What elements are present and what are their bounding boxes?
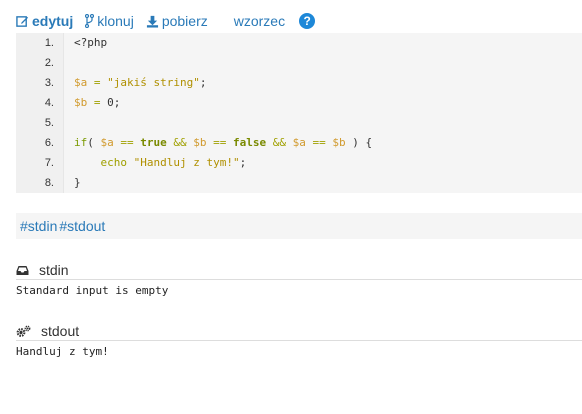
line-number-gutter: 1. 2. 3. 4. 5. 6. 7. 8. xyxy=(16,33,64,193)
edit-button[interactable]: edytuj xyxy=(16,13,73,29)
inbox-icon xyxy=(16,265,29,275)
code-line: echo "Handluj z tym!"; xyxy=(100,156,247,169)
fork-button[interactable]: klonuj xyxy=(85,13,134,29)
line-number: 7. xyxy=(44,157,54,169)
line-number: 6. xyxy=(44,137,54,149)
stdout-link[interactable]: #stdout xyxy=(59,218,105,234)
stdout-content: Handluj z tym! xyxy=(16,345,109,358)
code-line: $a = "jakiś string"; xyxy=(74,76,207,89)
template-button[interactable]: wzorzec xyxy=(234,13,285,29)
stdin-link[interactable]: #stdin xyxy=(20,218,57,234)
code-viewer: 1. 2. 3. 4. 5. 6. 7. 8. <?php $a = "jaki… xyxy=(16,33,582,193)
code-line: <?php xyxy=(74,36,108,49)
code-line: if( $a == true && $b == false && $a == $… xyxy=(74,136,373,149)
fork-label: klonuj xyxy=(97,13,134,29)
stdout-title: stdout xyxy=(41,323,80,339)
code-line: $b = 0; xyxy=(74,96,121,109)
gears-icon xyxy=(16,325,31,337)
fork-icon xyxy=(85,14,95,28)
toolbar: edytuj klonuj pobierz wzorzec ? xyxy=(16,10,582,32)
streams-bar: #stdin #stdout xyxy=(16,213,582,239)
line-number: 3. xyxy=(44,77,54,89)
stdin-content: Standard input is empty xyxy=(16,284,169,297)
edit-icon xyxy=(16,15,29,27)
stdin-header: stdin xyxy=(16,261,582,280)
download-button[interactable]: pobierz xyxy=(146,13,208,29)
line-number: 2. xyxy=(44,57,54,69)
download-label: pobierz xyxy=(161,13,208,29)
line-number: 1. xyxy=(44,37,54,49)
help-icon[interactable]: ? xyxy=(299,13,316,29)
line-number: 5. xyxy=(44,117,54,129)
stdout-header: stdout xyxy=(16,322,582,341)
code-lines: <?php $a = "jakiś string"; $b = 0; if( $… xyxy=(64,33,582,193)
stdin-title: stdin xyxy=(39,262,69,278)
template-label: wzorzec xyxy=(233,13,286,29)
line-number: 4. xyxy=(44,97,54,109)
line-number: 8. xyxy=(44,177,54,189)
edit-label: edytuj xyxy=(32,13,74,29)
code-line: } xyxy=(74,176,81,189)
download-icon xyxy=(146,15,158,28)
